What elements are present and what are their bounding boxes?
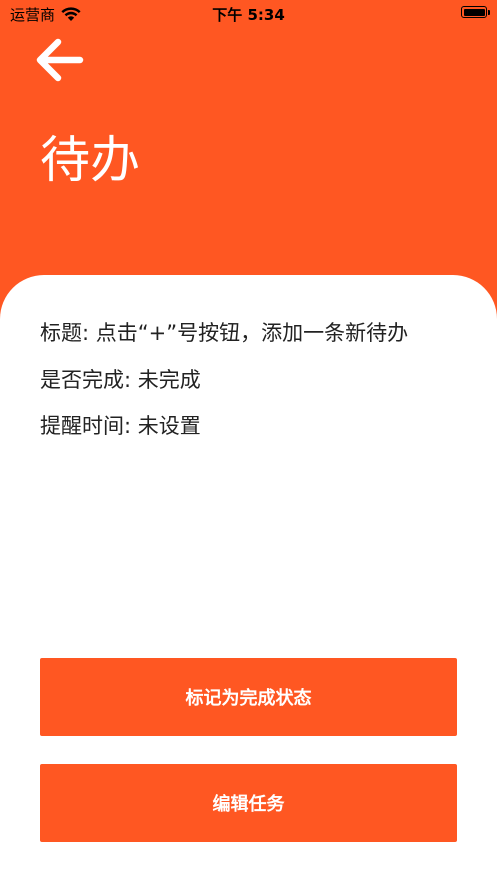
task-title-line: 标题: 点击“+”号按钮，添加一条新待办 (40, 321, 409, 345)
status-bar: 运营商 下午 5:34 (0, 0, 497, 28)
task-reminder-line: 提醒时间: 未设置 (40, 414, 201, 438)
status-time: 下午 5:34 (212, 6, 285, 24)
arrow-left-icon (36, 38, 84, 82)
battery-fill (463, 8, 485, 16)
battery-icon (461, 6, 490, 18)
mark-complete-button[interactable]: 标记为完成状态 (40, 658, 457, 736)
edit-task-button[interactable]: 编辑任务 (40, 764, 457, 842)
page-title: 待办 (40, 131, 140, 189)
back-button[interactable] (32, 36, 84, 84)
battery-tip (488, 10, 490, 15)
task-completed-line: 是否完成: 未完成 (40, 368, 201, 392)
